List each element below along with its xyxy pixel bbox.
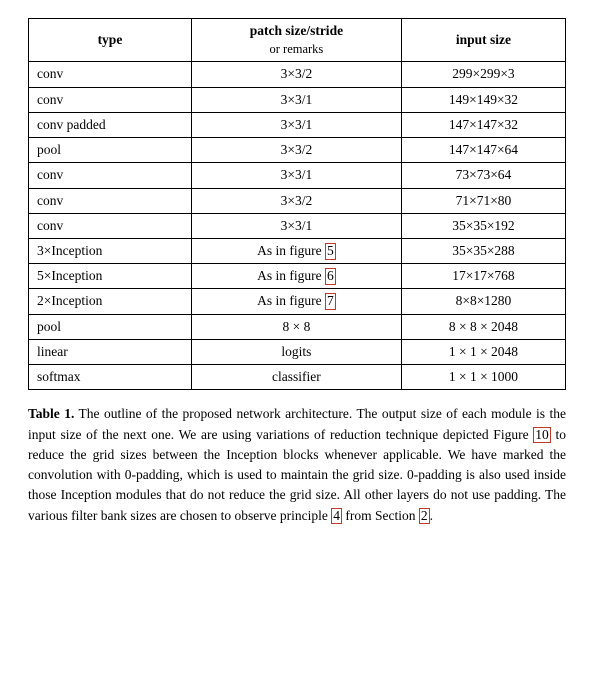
cell-patch: 3×3/1	[191, 213, 401, 238]
table-row: linearlogits1 × 1 × 2048	[29, 339, 566, 364]
caption-text4: .	[430, 508, 433, 523]
cell-type: conv	[29, 213, 192, 238]
figure-ref: 7	[325, 293, 336, 310]
cell-type: conv	[29, 188, 192, 213]
table-row: pool8 × 88 × 8 × 2048	[29, 314, 566, 339]
cell-input: 35×35×192	[401, 213, 565, 238]
table-row: 2×InceptionAs in figure 78×8×1280	[29, 289, 566, 314]
architecture-table: type patch size/strideor remarks input s…	[28, 18, 566, 390]
cell-type: linear	[29, 339, 192, 364]
cell-input: 1 × 1 × 2048	[401, 339, 565, 364]
caption-ref1: 10	[533, 427, 551, 444]
cell-input: 71×71×80	[401, 188, 565, 213]
cell-input: 147×147×64	[401, 138, 565, 163]
table-row: 5×InceptionAs in figure 617×17×768	[29, 264, 566, 289]
cell-patch: 3×3/2	[191, 62, 401, 87]
cell-patch: 3×3/1	[191, 163, 401, 188]
cell-type: 2×Inception	[29, 289, 192, 314]
cell-patch: 3×3/2	[191, 138, 401, 163]
cell-patch: 3×3/1	[191, 87, 401, 112]
caption-text1: The outline of the proposed network arch…	[28, 406, 566, 441]
col-header-patch: patch size/strideor remarks	[191, 19, 401, 62]
table-row: conv3×3/173×73×64	[29, 163, 566, 188]
cell-type: conv	[29, 163, 192, 188]
table-row: 3×InceptionAs in figure 535×35×288	[29, 238, 566, 263]
col-header-input: input size	[401, 19, 565, 62]
cell-input: 73×73×64	[401, 163, 565, 188]
cell-input: 147×147×32	[401, 112, 565, 137]
cell-type: 3×Inception	[29, 238, 192, 263]
caption-ref3: 2	[419, 508, 430, 525]
col-header-type: type	[29, 19, 192, 62]
cell-input: 299×299×3	[401, 62, 565, 87]
figure-ref: 6	[325, 268, 336, 285]
cell-input: 8 × 8 × 2048	[401, 314, 565, 339]
cell-patch: logits	[191, 339, 401, 364]
table-row: conv3×3/1149×149×32	[29, 87, 566, 112]
cell-input: 1 × 1 × 1000	[401, 365, 565, 390]
caption-text3: from Section	[342, 508, 419, 523]
cell-input: 17×17×768	[401, 264, 565, 289]
cell-patch: As in figure 6	[191, 264, 401, 289]
table-caption: Table 1. The outline of the proposed net…	[28, 404, 566, 526]
figure-ref: 5	[325, 243, 336, 260]
table-row: softmaxclassifier1 × 1 × 1000	[29, 365, 566, 390]
cell-type: pool	[29, 314, 192, 339]
cell-patch: 3×3/2	[191, 188, 401, 213]
cell-type: pool	[29, 138, 192, 163]
cell-type: conv padded	[29, 112, 192, 137]
caption-label: Table 1.	[28, 406, 74, 421]
cell-type: softmax	[29, 365, 192, 390]
table-row: conv3×3/271×71×80	[29, 188, 566, 213]
table-row: pool3×3/2147×147×64	[29, 138, 566, 163]
cell-patch: As in figure 5	[191, 238, 401, 263]
cell-patch: 8 × 8	[191, 314, 401, 339]
cell-type: 5×Inception	[29, 264, 192, 289]
cell-type: conv	[29, 62, 192, 87]
cell-input: 35×35×288	[401, 238, 565, 263]
table-row: conv3×3/135×35×192	[29, 213, 566, 238]
table-row: conv3×3/2299×299×3	[29, 62, 566, 87]
cell-patch: 3×3/1	[191, 112, 401, 137]
cell-input: 8×8×1280	[401, 289, 565, 314]
cell-patch: classifier	[191, 365, 401, 390]
table-row: conv padded3×3/1147×147×32	[29, 112, 566, 137]
cell-type: conv	[29, 87, 192, 112]
cell-patch: As in figure 7	[191, 289, 401, 314]
caption-ref2: 4	[331, 508, 342, 525]
cell-input: 149×149×32	[401, 87, 565, 112]
